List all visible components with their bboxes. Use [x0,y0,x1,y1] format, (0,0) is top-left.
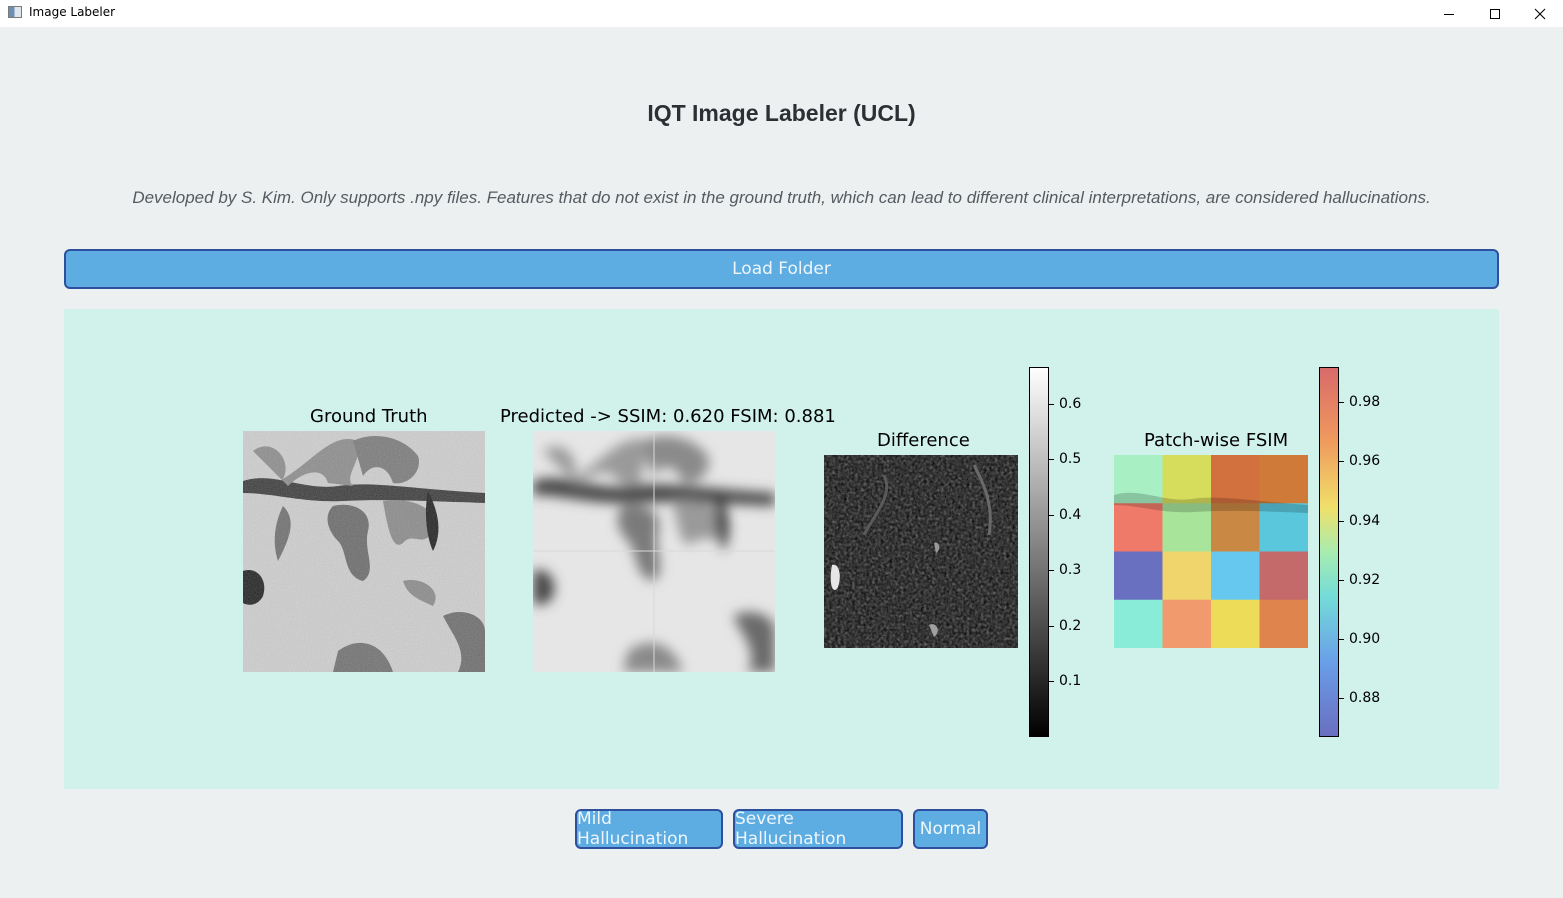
app-icon [8,6,22,18]
figure-panel: Ground Truth Predicted -> SSIM: 0.620 FS… [64,309,1499,789]
colorbar-tick [1339,402,1344,403]
colorbar-tick-label: 0.5 [1059,451,1082,467]
window-titlebar: Image Labeler [0,0,1563,27]
fsim-patch [1259,551,1308,601]
colorbar-tick-label: 0.98 [1349,394,1381,410]
fsim-patch [1211,551,1260,601]
fsim-title: Patch-wise FSIM [1144,430,1289,451]
fsim-patch [1114,551,1163,601]
colorbar-tick-label: 0.3 [1059,562,1082,578]
difference-title: Difference [877,430,970,451]
colorbar-tick-label: 0.88 [1349,690,1381,706]
mild-hallucination-button[interactable]: Mild Hallucination [575,809,723,849]
fsim-patch [1211,599,1260,648]
fsim-patch [1259,599,1308,648]
severe-hallucination-button[interactable]: Severe Hallucination [733,809,903,849]
page-title: IQT Image Labeler (UCL) [647,100,916,126]
close-button[interactable] [1517,0,1563,27]
colorbar-tick [1339,521,1344,522]
colorbar-tick-label: 0.2 [1059,618,1082,634]
predicted-image [533,431,775,672]
fsim-patch [1162,455,1212,504]
colorbar-tick [1049,459,1054,460]
maximize-button[interactable] [1472,0,1518,27]
colorbar-tick [1339,580,1344,581]
main-content: IQT Image Labeler (UCL) Developed by S. … [0,28,1563,898]
colorbar-tick [1049,681,1054,682]
normal-button[interactable]: Normal [913,809,988,849]
predicted-title: Predicted -> SSIM: 0.620 FSIM: 0.881 [500,406,836,427]
minimize-icon [1444,13,1454,15]
fsim-patch [1162,599,1212,648]
fsim-patch [1211,455,1260,504]
fsim-colorbar [1319,367,1339,737]
colorbar-tick-label: 0.96 [1349,453,1381,469]
colorbar-tick [1049,570,1054,571]
colorbar-tick-label: 0.1 [1059,673,1082,689]
colorbar-tick [1049,626,1054,627]
colorbar-tick [1049,515,1054,516]
fsim-patch-grid [1114,455,1308,648]
colorbar-tick-label: 0.6 [1059,396,1082,412]
colorbar-tick [1339,639,1344,640]
colorbar-tick-label: 0.4 [1059,507,1082,523]
colorbar-tick-label: 0.94 [1349,513,1381,529]
fsim-patch [1259,455,1308,504]
page-subtitle: Developed by S. Kim. Only supports .npy … [132,188,1431,207]
minimize-button[interactable] [1426,0,1472,27]
maximize-icon [1490,8,1500,19]
fsim-patch [1114,599,1163,648]
colorbar-tick [1339,461,1344,462]
ground-truth-title: Ground Truth [310,406,428,427]
load-folder-button[interactable]: Load Folder [64,249,1499,289]
colorbar-tick-label: 0.92 [1349,572,1381,588]
difference-image [824,455,1018,648]
colorbar-tick [1049,404,1054,405]
close-icon [1534,8,1546,19]
fsim-patch [1162,551,1212,601]
fsim-patch [1114,503,1163,552]
difference-colorbar [1029,367,1049,737]
colorbar-tick-label: 0.90 [1349,631,1381,647]
ground-truth-image [243,431,485,672]
window-title: Image Labeler [29,5,116,19]
colorbar-tick [1339,698,1344,699]
